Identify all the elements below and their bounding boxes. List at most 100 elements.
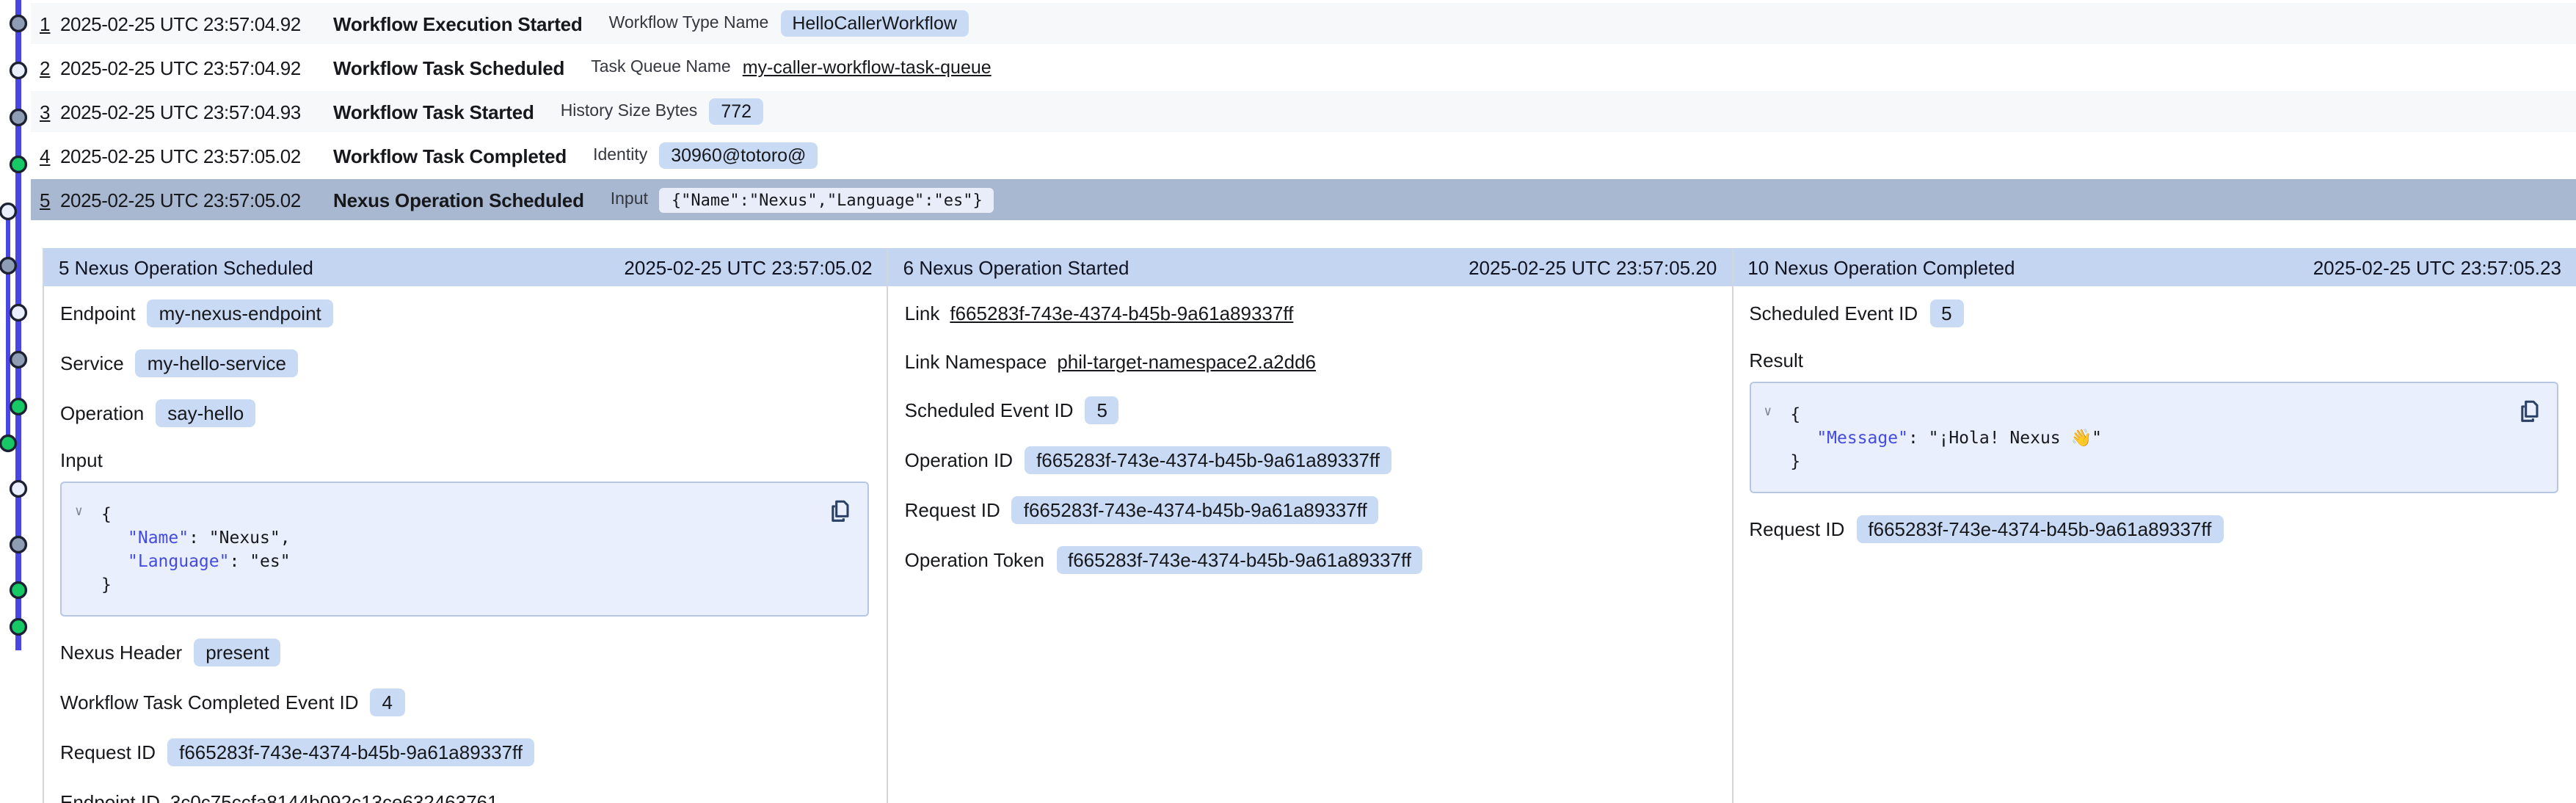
detail-field: Operationsay-hello (60, 399, 870, 427)
json-text: : "Nexus", (189, 527, 291, 548)
event-attr-label: Workflow Type Name (609, 15, 769, 32)
collapse-chevron-icon[interactable]: ∨ (1764, 404, 1772, 421)
panel-timestamp: 2025-02-25 UTC 23:57:05.23 (2313, 256, 2561, 278)
event-node-gray (11, 110, 26, 126)
event-node-green (11, 157, 26, 172)
field-label: Request ID (905, 499, 1000, 521)
field-label: Service (60, 352, 124, 374)
json-text: : "es" (230, 551, 291, 571)
field-label: Request ID (60, 741, 156, 763)
json-key: "Message" (1816, 427, 1908, 448)
field-label: Workflow Task Completed Event ID (60, 691, 359, 713)
event-row[interactable]: 3 2025-02-25 UTC 23:57:04.93 Workflow Ta… (31, 91, 2576, 132)
panel-header: 5 Nexus Operation Scheduled 2025-02-25 U… (44, 248, 887, 286)
event-node-gray (1, 258, 16, 274)
field-value-link[interactable]: phil-target-namespace2.a2dd6 (1057, 350, 1316, 372)
json-line: "Language": "es" (101, 549, 804, 573)
event-node-green (1, 436, 16, 451)
field-value-badge: f665283f-743e-4374-b45b-9a61a89337ff (1012, 496, 1379, 524)
field-label: Operation (60, 402, 144, 424)
event-node-hollow (11, 305, 26, 321)
event-row[interactable]: 4 2025-02-25 UTC 23:57:05.02 Workflow Ta… (31, 135, 2576, 176)
json-line: } (101, 573, 804, 596)
detail-field: Workflow Task Completed Event ID 4 (60, 688, 870, 716)
field-value-link[interactable]: f665283f-743e-4374-b45b-9a61a89337ff (950, 302, 1293, 324)
event-attr-label: Identity (593, 147, 647, 164)
field-label: Operation Token (905, 549, 1044, 571)
field-value-badge: f665283f-743e-4374-b45b-9a61a89337ff (1856, 515, 2223, 543)
json-key: "Language" (128, 551, 230, 571)
field-value-badge: my-hello-service (136, 349, 298, 377)
event-detail-panels: 5 Nexus Operation Scheduled 2025-02-25 U… (43, 248, 2576, 803)
event-detail-panel: 5 Nexus Operation Scheduled 2025-02-25 U… (43, 248, 887, 803)
field-label: Operation ID (905, 449, 1013, 471)
json-text: { (101, 504, 112, 524)
event-detail-panel: 6 Nexus Operation Started 2025-02-25 UTC… (887, 248, 1732, 803)
event-id-link[interactable]: 2 (40, 57, 60, 79)
field-label: Link (905, 302, 940, 324)
json-code-block: ∨ {"Message": "¡Hola! Nexus 👋"} (1749, 382, 2558, 493)
detail-field: Endpointmy-nexus-endpoint (60, 299, 870, 327)
panel-title: 6 Nexus Operation Started (903, 256, 1129, 278)
panel-title: 5 Nexus Operation Scheduled (59, 256, 313, 278)
event-attr-link[interactable]: my-caller-workflow-task-queue (743, 57, 992, 78)
detail-field: Request ID f665283f-743e-4374-b45b-9a61a8… (905, 496, 1714, 524)
collapse-chevron-icon[interactable]: ∨ (75, 504, 83, 521)
field-label: Link Namespace (905, 350, 1047, 372)
event-node-hollow (1, 204, 16, 219)
event-id-link[interactable]: 5 (40, 189, 60, 211)
event-timestamp: 2025-02-25 UTC 23:57:04.93 (60, 101, 333, 123)
event-name: Workflow Execution Started (333, 12, 583, 34)
detail-field: Link Namespace phil-target-namespace2.a2d… (905, 348, 1714, 374)
event-timestamp: 2025-02-25 UTC 23:57:05.02 (60, 145, 333, 167)
event-node-gray (11, 537, 26, 553)
event-node-green (11, 619, 26, 635)
json-line: { (1790, 402, 2492, 426)
field-value-badge: 4 (371, 688, 404, 716)
event-name: Nexus Operation Scheduled (333, 189, 584, 211)
panel-body: Endpointmy-nexus-endpoint Service my-hello… (44, 286, 887, 803)
event-node-gray (11, 352, 26, 368)
field-value-badge: f665283f-743e-4374-b45b-9a61a89337ff (167, 738, 534, 766)
field-value-badge: f665283f-743e-4374-b45b-9a61a89337ff (1025, 446, 1391, 474)
field-label: Endpoint (60, 302, 136, 324)
field-label: Endpoint ID (60, 791, 160, 803)
event-row[interactable]: 1 2025-02-25 UTC 23:57:04.92 Workflow Ex… (31, 3, 2576, 44)
event-node-hollow (11, 63, 26, 79)
json-line: "Message": "¡Hola! Nexus 👋" (1790, 426, 2492, 449)
detail-field: Endpoint ID 3c0c75ccfa8144b092c13ce632463… (60, 788, 870, 803)
event-attr-value: {"Name":"Nexus","Language":"es"} (660, 187, 994, 212)
event-attr-label: Task Queue Name (591, 59, 731, 76)
json-text: : "¡Hola! Nexus 👋" (1908, 427, 2102, 448)
event-id-link[interactable]: 4 (40, 145, 60, 167)
detail-field: Scheduled Event ID5 (905, 396, 1714, 424)
detail-field: Request ID f665283f-743e-4374-b45b-9a61a8… (60, 738, 870, 766)
detail-field: Operation Token f665283f-743e-4374-b45b-9… (905, 546, 1714, 574)
workflow-history-view: 1 2025-02-25 UTC 23:57:04.92 Workflow Ex… (0, 0, 2576, 803)
event-attr-value: 772 (709, 98, 763, 125)
event-timestamp: 2025-02-25 UTC 23:57:04.92 (60, 57, 333, 79)
field-value-badge: 5 (1929, 299, 1963, 327)
event-node-hollow (11, 482, 26, 497)
json-line: { (101, 502, 804, 526)
json-text: } (101, 574, 112, 595)
event-row[interactable]: 2 2025-02-25 UTC 23:57:04.92 Workflow Ta… (31, 47, 2576, 88)
event-node-gray (11, 16, 26, 32)
event-row[interactable]: 5 2025-02-25 UTC 23:57:05.02 Nexus Opera… (31, 179, 2576, 220)
panel-title: 10 Nexus Operation Completed (1747, 256, 2015, 278)
panel-body: Link f665283f-743e-4374-b45b-9a61a89337ff… (889, 286, 1732, 574)
event-attr-value: HelloCallerWorkflow (780, 10, 969, 37)
detail-field: Scheduled Event ID5 (1749, 299, 2558, 327)
field-value-link[interactable]: 3c0c75ccfa8144b092c13ce632463761 (170, 791, 498, 803)
event-id-link[interactable]: 1 (40, 12, 60, 34)
event-name: Workflow Task Scheduled (333, 57, 564, 79)
event-id-link[interactable]: 3 (40, 101, 60, 123)
json-text: { (1790, 404, 1800, 424)
panel-body: Scheduled Event ID5Result ∨ {"Message": … (1733, 286, 2576, 543)
field-label: Request ID (1749, 518, 1844, 540)
copy-icon[interactable] (2516, 398, 2542, 424)
detail-field: Request ID f665283f-743e-4374-b45b-9a61a8… (1749, 515, 2558, 543)
field-value-badge: f665283f-743e-4374-b45b-9a61a89337ff (1056, 546, 1423, 574)
field-value-badge: present (194, 639, 281, 666)
copy-icon[interactable] (827, 498, 854, 524)
